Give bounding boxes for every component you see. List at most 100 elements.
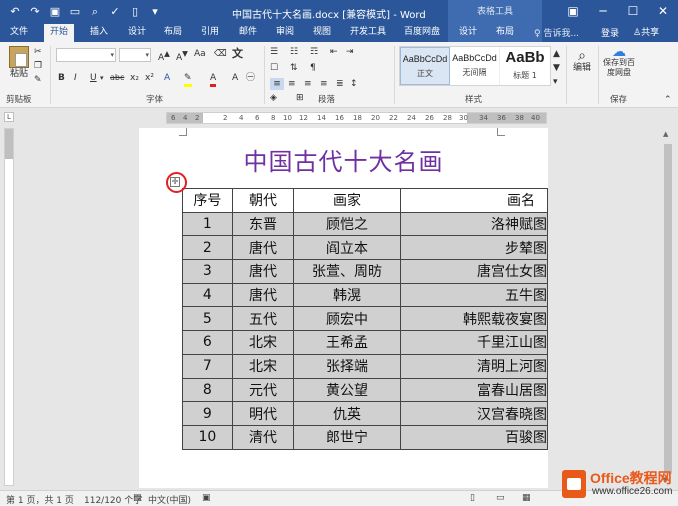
edit-button[interactable]: ⌕ 编辑 (570, 49, 594, 74)
style-normal[interactable]: AaBbCcDd 正文 (400, 47, 450, 85)
save-to-baidu-button[interactable]: ☁ 保存到百度网盘 (600, 45, 638, 78)
table-cell[interactable]: 5 (182, 306, 233, 332)
grow-font-icon[interactable]: A▲ (158, 48, 170, 64)
tab-insert[interactable]: 插入 (84, 24, 114, 42)
multilevel-list-icon[interactable]: ☶ (310, 46, 318, 58)
underline-button[interactable]: U (90, 72, 97, 84)
style-heading-1[interactable]: AaBb 标题 1 (500, 47, 550, 85)
table-cell[interactable]: 北宋 (231, 330, 295, 355)
copy-icon[interactable]: ❐ (34, 60, 42, 72)
scroll-thumb[interactable] (664, 144, 672, 474)
tab-mailings[interactable]: 邮件 (233, 24, 263, 42)
tab-design[interactable]: 设计 (122, 24, 152, 42)
share-button[interactable]: ♙共享 (633, 25, 659, 38)
style-no-spacing[interactable]: AaBbCcDd 无间隔 (450, 47, 500, 85)
table-cell[interactable]: 唐代 (231, 259, 295, 284)
language-indicator[interactable]: 中文(中国) (148, 493, 191, 506)
document-page[interactable]: 中国古代十大名画 序号 朝代 画家 画名 1 东晋 顾恺之 洛神赋图 2 唐代 … (139, 128, 548, 488)
char-shading-icon[interactable]: A (232, 72, 238, 84)
bullets-icon[interactable]: ☰ (270, 46, 278, 58)
table-cell[interactable]: 10 (182, 424, 233, 450)
close-button[interactable]: ✕ (648, 0, 678, 24)
align-left-icon[interactable]: ≡ (270, 78, 284, 90)
table-cell[interactable]: 郎世宁 (293, 424, 401, 450)
undo-icon[interactable]: ↶ (6, 4, 24, 20)
table-cell[interactable]: 唐代 (231, 235, 295, 261)
table-cell[interactable]: 顾恺之 (293, 211, 401, 237)
paste-button[interactable]: 粘贴 (6, 46, 32, 80)
distributed-icon[interactable]: ≣ (336, 78, 344, 90)
tab-developer[interactable]: 开发工具 (344, 24, 392, 42)
table-cell[interactable]: 顾宏中 (293, 306, 401, 332)
shrink-font-icon[interactable]: A▼ (176, 48, 188, 64)
chevron-down-icon[interactable]: ▾ (100, 72, 104, 84)
table-cell[interactable]: 8 (182, 377, 233, 403)
proofing-icon[interactable]: ▤ (133, 493, 142, 503)
header-cell[interactable]: 序号 (182, 188, 233, 213)
gallery-more-icon[interactable]: ▾ (553, 76, 558, 88)
chinese-layout-icon[interactable]: ☐ (270, 62, 278, 74)
tab-table-design[interactable]: 设计 (453, 24, 483, 42)
header-cell[interactable]: 朝代 (231, 188, 295, 213)
table-cell[interactable]: 1 (182, 211, 233, 237)
table-cell[interactable]: 清代 (231, 424, 295, 450)
collapse-ribbon-icon[interactable]: ⌃ (664, 94, 672, 106)
table-cell[interactable]: 元代 (231, 377, 295, 403)
table-cell[interactable]: 韩滉 (293, 282, 401, 308)
tab-layout[interactable]: 布局 (158, 24, 188, 42)
sort-icon[interactable]: ⇅ (290, 62, 298, 74)
bold-button[interactable]: B (58, 72, 65, 84)
gallery-up-icon[interactable]: ▲ (553, 48, 560, 60)
show-marks-icon[interactable]: ¶ (310, 62, 316, 74)
change-case-icon[interactable]: Aa (194, 48, 206, 60)
font-size-combo[interactable]: ▾ (119, 48, 151, 62)
increase-indent-icon[interactable]: ⇥ (346, 46, 354, 58)
enclose-char-icon[interactable]: ㊀ (246, 72, 255, 84)
web-layout-icon[interactable]: ▦ (522, 493, 531, 503)
scroll-up-icon[interactable]: ▲ (663, 130, 668, 138)
table-cell[interactable]: 6 (182, 330, 233, 355)
decrease-indent-icon[interactable]: ⇤ (330, 46, 338, 58)
table-cell[interactable]: 富春山居图 (399, 377, 548, 403)
align-center-icon[interactable]: ≡ (288, 78, 296, 90)
justify-icon[interactable]: ≡ (320, 78, 328, 90)
save-icon[interactable]: ▣ (46, 4, 64, 20)
open-file-icon[interactable]: ▭ (66, 4, 84, 20)
cut-icon[interactable]: ✂ (34, 46, 42, 58)
maximize-button[interactable]: ☐ (618, 0, 648, 24)
page-count[interactable]: 第 1 页，共 1 页 (6, 493, 74, 506)
table-cell[interactable]: 4 (182, 282, 233, 308)
login-link[interactable]: 登录 (601, 26, 619, 39)
table-cell[interactable]: 洛神赋图 (399, 211, 548, 237)
table-cell[interactable]: 仇英 (293, 401, 401, 426)
highlight-icon[interactable]: ✎ (184, 72, 192, 87)
table-cell[interactable]: 张择端 (293, 353, 401, 379)
tab-references[interactable]: 引用 (195, 24, 225, 42)
numbering-icon[interactable]: ☷ (290, 46, 298, 58)
table-cell[interactable]: 明代 (231, 401, 295, 426)
new-doc-icon[interactable]: ▯ (126, 4, 144, 20)
vertical-ruler[interactable] (4, 128, 14, 486)
horizontal-ruler[interactable]: 6 4 2 2 4 6 8 10 12 14 16 18 20 22 24 26… (166, 112, 547, 124)
document-heading[interactable]: 中国古代十大名画 (139, 142, 548, 177)
table-cell[interactable]: 阎立本 (293, 235, 401, 261)
table-cell[interactable]: 7 (182, 353, 233, 379)
redo-icon[interactable]: ↷ (26, 4, 44, 20)
clear-format-icon[interactable]: ⌫ (214, 48, 227, 60)
table-cell[interactable]: 清明上河图 (399, 353, 548, 379)
table-cell[interactable]: 唐宫仕女图 (399, 259, 548, 284)
tab-baidu[interactable]: 百度网盘 (398, 24, 446, 42)
strikethrough-button[interactable]: abc (110, 72, 124, 84)
read-mode-icon[interactable]: ▯ (470, 493, 475, 503)
text-effects-icon[interactable]: A (164, 72, 170, 84)
minimize-button[interactable]: ─ (588, 0, 618, 24)
table-cell[interactable]: 张萱、周昉 (293, 259, 401, 284)
ribbon-display-options-icon[interactable]: ▣ (558, 0, 588, 24)
font-family-combo[interactable]: ▾ (56, 48, 116, 62)
align-right-icon[interactable]: ≡ (304, 78, 312, 90)
gallery-down-icon[interactable]: ▼ (553, 62, 560, 74)
tab-view[interactable]: 视图 (307, 24, 337, 42)
italic-button[interactable]: I (74, 72, 77, 84)
phonetic-icon[interactable]: 文 (232, 48, 243, 60)
tab-review[interactable]: 审阅 (270, 24, 300, 42)
